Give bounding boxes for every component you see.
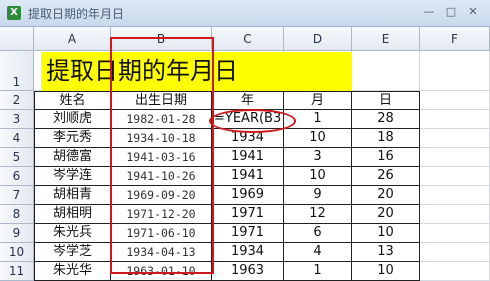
cell-name[interactable]: 刘顺虎: [34, 110, 111, 129]
header-cell-d[interactable]: 月: [284, 91, 352, 110]
header-cell-a[interactable]: 姓名: [34, 91, 111, 110]
cell-year[interactable]: =YEAR(B3: [212, 110, 284, 129]
cell-date[interactable]: 1982-01-28: [111, 110, 212, 129]
cell-date[interactable]: 1971-06-10: [111, 224, 212, 243]
row-header-2[interactable]: 2: [0, 91, 34, 110]
cell-date[interactable]: 1941-03-16: [111, 148, 212, 167]
cell-year[interactable]: 1969: [212, 186, 284, 205]
header-cell-c[interactable]: 年: [212, 91, 284, 110]
cell-day[interactable]: 20: [352, 186, 420, 205]
maximize-icon[interactable]: □: [442, 4, 460, 20]
row-header-9[interactable]: 9: [0, 224, 34, 243]
cell-date[interactable]: 1934-10-18: [111, 129, 212, 148]
cell-day[interactable]: 13: [352, 243, 420, 262]
window-title: 提取日期的年月日: [28, 7, 125, 21]
column-header-b[interactable]: B: [111, 27, 212, 51]
cell-name[interactable]: 岑学连: [34, 167, 111, 186]
column-header-c[interactable]: C: [212, 27, 284, 51]
cell-name[interactable]: 胡德富: [34, 148, 111, 167]
cell-date[interactable]: 1963-01-10: [111, 262, 212, 281]
cell-day[interactable]: 16: [352, 148, 420, 167]
window-titlebar: X 提取日期的年月日 — □ ✕: [0, 0, 490, 27]
cell-year[interactable]: 1971: [212, 205, 284, 224]
cell-month[interactable]: 12: [284, 205, 352, 224]
cell-f7[interactable]: [420, 186, 490, 205]
cell-month[interactable]: 9: [284, 186, 352, 205]
cell-f11[interactable]: [420, 262, 490, 281]
column-header-f[interactable]: F: [420, 27, 490, 51]
cell-month[interactable]: 3: [284, 148, 352, 167]
cell-f6[interactable]: [420, 167, 490, 186]
excel-icon: X: [7, 6, 21, 20]
column-header-a[interactable]: A: [34, 27, 111, 51]
cell-name[interactable]: 李元秀: [34, 129, 111, 148]
cell-name[interactable]: 朱光兵: [34, 224, 111, 243]
row-header-7[interactable]: 7: [0, 186, 34, 205]
cell-name[interactable]: 朱光华: [34, 262, 111, 281]
cell-year[interactable]: 1941: [212, 148, 284, 167]
sheet-title-cell[interactable]: 提取日期的年月日: [41, 52, 352, 91]
cell-f9[interactable]: [420, 224, 490, 243]
column-header-d[interactable]: D: [284, 27, 352, 51]
cell-name[interactable]: 胡相青: [34, 186, 111, 205]
cell-year[interactable]: 1941: [212, 167, 284, 186]
cell-month[interactable]: 6: [284, 224, 352, 243]
cell-f2[interactable]: [420, 91, 490, 110]
row-header-8[interactable]: 8: [0, 205, 34, 224]
cell-day[interactable]: 28: [352, 110, 420, 129]
cell-year[interactable]: 1934: [212, 129, 284, 148]
cell-date[interactable]: 1941-10-26: [111, 167, 212, 186]
cell-name[interactable]: 胡相明: [34, 205, 111, 224]
cell-f10[interactable]: [420, 243, 490, 262]
cell-day[interactable]: 18: [352, 129, 420, 148]
cell-day[interactable]: 10: [352, 262, 420, 281]
cell-month[interactable]: 4: [284, 243, 352, 262]
row-header-4[interactable]: 4: [0, 129, 34, 148]
cell-date[interactable]: 1934-04-13: [111, 243, 212, 262]
row-header-6[interactable]: 6: [0, 167, 34, 186]
header-cell-b[interactable]: 出生日期: [111, 91, 212, 110]
row-header-5[interactable]: 5: [0, 148, 34, 167]
cell-f4[interactable]: [420, 129, 490, 148]
column-header-e[interactable]: E: [352, 27, 420, 51]
close-icon[interactable]: ✕: [464, 4, 482, 20]
cell-month[interactable]: 1: [284, 262, 352, 281]
cell-year[interactable]: 1971: [212, 224, 284, 243]
row-header-10[interactable]: 10: [0, 243, 34, 262]
cell-year[interactable]: 1963: [212, 262, 284, 281]
cell-day[interactable]: 10: [352, 224, 420, 243]
row-header-1[interactable]: 1: [0, 51, 34, 91]
cell-f1[interactable]: [420, 51, 490, 91]
cell-f8[interactable]: [420, 205, 490, 224]
cell-date[interactable]: 1969-09-20: [111, 186, 212, 205]
minimize-icon[interactable]: —: [420, 4, 438, 20]
cell-day[interactable]: 26: [352, 167, 420, 186]
row-header-11[interactable]: 11: [0, 262, 34, 281]
cell-month[interactable]: 10: [284, 129, 352, 148]
cell-date[interactable]: 1971-12-20: [111, 205, 212, 224]
cell-f5[interactable]: [420, 148, 490, 167]
cell-name[interactable]: 岑学芝: [34, 243, 111, 262]
cell-f3[interactable]: [420, 110, 490, 129]
row-header-3[interactable]: 3: [0, 110, 34, 129]
cell-e1[interactable]: [352, 51, 420, 91]
header-cell-e[interactable]: 日: [352, 91, 420, 110]
select-all-corner[interactable]: [0, 27, 34, 51]
cell-day[interactable]: 20: [352, 205, 420, 224]
cell-year[interactable]: 1934: [212, 243, 284, 262]
cell-month[interactable]: 10: [284, 167, 352, 186]
cell-month[interactable]: 1: [284, 110, 352, 129]
